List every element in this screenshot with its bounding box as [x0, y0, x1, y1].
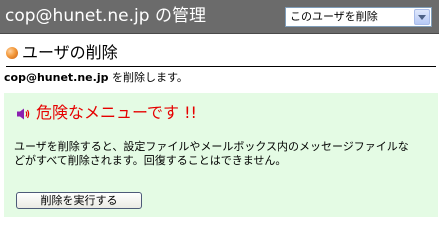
delete-description: cop@hunet.ne.jp を削除します。 — [4, 71, 188, 85]
warning-panel: 危険なメニューです !! ユーザを削除すると、設定ファイルやメールボックス内のメ… — [4, 93, 438, 217]
section-title: ユーザの削除 — [22, 43, 118, 62]
action-select-value: このユーザを削除 — [290, 10, 378, 23]
warning-text-line: ユーザを削除すると、設定ファイルやメールボックス内のメッセージファイルな — [14, 140, 409, 153]
page-title: cop@hunet.ne.jp の管理 — [5, 6, 206, 26]
speaker-icon — [17, 108, 30, 120]
description-suffix: を削除します。 — [108, 71, 188, 84]
account-name: cop@hunet.ne.jp — [4, 71, 109, 84]
section-heading: ユーザの削除 — [6, 42, 436, 67]
chevron-down-icon[interactable] — [414, 9, 430, 25]
warning-text: ユーザを削除すると、設定ファイルやメールボックス内のメッセージファイルな どがす… — [14, 140, 434, 168]
orange-bullet-icon — [6, 47, 18, 59]
action-select[interactable]: このユーザを削除 — [285, 7, 432, 27]
header-bar: cop@hunet.ne.jp の管理 このユーザを削除 — [0, 0, 439, 34]
warning-heading: 危険なメニューです !! — [36, 103, 197, 122]
execute-delete-button[interactable]: 削除を実行する — [16, 192, 142, 209]
warning-text-line: どがすべて削除されます。回復することはできません。 — [14, 154, 287, 167]
